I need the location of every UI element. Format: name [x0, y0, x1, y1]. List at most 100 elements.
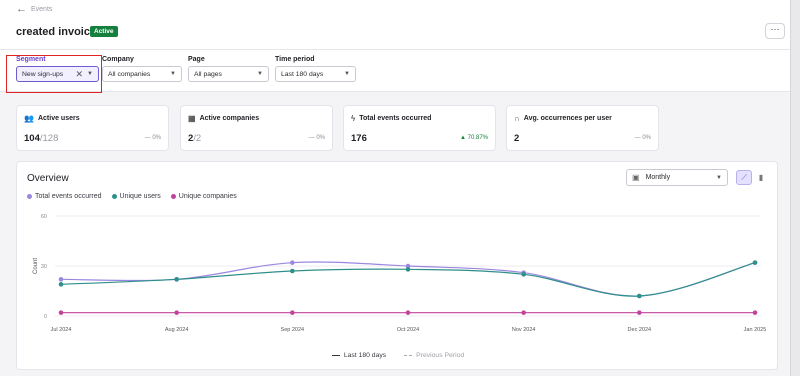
data-point: [58, 282, 64, 287]
line-chart-icon: ⟋: [741, 173, 747, 182]
period-legend-current-label: Last 180 days: [343, 352, 387, 359]
users-icon: 👥: [24, 114, 34, 123]
chevron-down-icon: ▼: [716, 174, 722, 181]
back-link-label: Events: [31, 5, 53, 13]
granularity-value: Monthly: [645, 174, 671, 181]
metric-change: ▲ 70.87%: [460, 135, 488, 141]
metric-denominator: /2: [193, 133, 202, 144]
data-point: [405, 310, 411, 315]
solid-line-swatch: [331, 354, 340, 357]
bolt-icon: ϟ: [351, 114, 356, 123]
metric-card-active-companies: ▦ Active companies 2/2 — 0%: [180, 105, 333, 151]
x-tick-label: Sep 2024: [281, 327, 305, 333]
page-value: All pages: [194, 70, 222, 78]
period-legend: Last 180 days Previous Period: [17, 352, 779, 359]
metric-value: 176: [351, 133, 367, 144]
metric-denominator: /128: [39, 133, 59, 144]
vertical-scrollbar[interactable]: [790, 0, 800, 376]
legend-swatch: [27, 194, 32, 199]
legend-swatch: [111, 194, 117, 199]
bar-chart-icon: ▮: [758, 173, 764, 182]
page-label: Page: [188, 56, 205, 63]
x-tick-label: Nov 2024: [512, 327, 536, 333]
overview-title: Overview: [27, 173, 69, 184]
metric-label: Total events occurred: [359, 115, 432, 122]
legend-item-unique-companies[interactable]: Unique companies: [170, 193, 237, 200]
legend-item-total-events[interactable]: Total events occurred: [27, 193, 102, 200]
granularity-select[interactable]: ▣ Monthly ▼: [626, 169, 728, 186]
data-point: [174, 310, 179, 315]
metric-change: — 0%: [308, 135, 325, 141]
metric-card-total-events: ϟ Total events occurred 176 ▲ 70.87%: [343, 105, 496, 151]
data-point: [521, 310, 526, 315]
chevron-down-icon: ▼: [170, 71, 176, 77]
chevron-down-icon: ▼: [257, 71, 263, 77]
page-select[interactable]: All pages ▼: [188, 66, 269, 82]
period-legend-previous[interactable]: Previous Period: [404, 352, 464, 359]
time-period-value: Last 180 days: [281, 70, 324, 78]
period-legend-previous-label: Previous Period: [416, 352, 465, 359]
data-point: [174, 277, 179, 282]
bell-curve-icon: ∩: [514, 114, 520, 123]
data-point: [637, 310, 642, 315]
page-filter: Page All pages ▼: [188, 56, 269, 82]
status-badge: Active: [90, 26, 118, 37]
time-period-select[interactable]: Last 180 days ▼: [275, 66, 356, 82]
company-filter: Company All companies ▼: [102, 56, 182, 82]
data-point: [752, 260, 758, 265]
metric-card-avg-occurrences: ∩ Avg. occurrences per user 2 — 0%: [506, 105, 659, 151]
x-tick-label: Oct 2024: [397, 327, 419, 333]
metric-label: Active users: [37, 115, 80, 122]
chevron-down-icon: ▼: [344, 71, 350, 77]
metric-change: — 0%: [634, 135, 651, 141]
y-axis-label: Count: [33, 258, 39, 274]
company-value: All companies: [108, 70, 151, 78]
building-icon: ▦: [188, 114, 196, 123]
metric-label: Avg. occurrences per user: [523, 115, 612, 122]
company-label: Company: [102, 56, 134, 63]
x-tick-label: Jul 2024: [51, 327, 72, 333]
legend-label: Total events occurred: [35, 193, 102, 200]
y-tick-label: 0: [44, 314, 47, 320]
data-point: [58, 310, 64, 315]
time-period-label: Time period: [275, 56, 315, 63]
data-point: [290, 310, 295, 315]
back-link[interactable]: ← Events: [16, 3, 52, 15]
data-point: [752, 310, 758, 315]
line-chart-view-button[interactable]: ⟋: [736, 170, 752, 185]
data-point: [521, 272, 526, 277]
company-select[interactable]: All companies ▼: [102, 66, 182, 82]
time-period-filter: Time period Last 180 days ▼: [275, 56, 356, 82]
x-tick-label: Dec 2024: [628, 327, 652, 333]
legend-swatch: [170, 194, 176, 199]
legend-label: Unique companies: [178, 193, 237, 200]
metric-label: Active companies: [199, 115, 260, 122]
data-point: [290, 260, 295, 265]
overview-panel: Overview Total events occurred Unique us…: [16, 161, 778, 370]
period-legend-current[interactable]: Last 180 days: [331, 352, 387, 359]
segment-highlight-box: [6, 55, 102, 93]
y-tick-label: 60: [41, 214, 47, 220]
data-point: [637, 293, 642, 299]
chart-legend: Total events occurred Unique users Uniqu…: [27, 193, 237, 200]
data-point: [58, 277, 64, 282]
metric-value: 104: [24, 133, 40, 144]
page-title: created invoice: [16, 26, 97, 38]
legend-label: Unique users: [119, 193, 161, 200]
x-tick-label: Aug 2024: [165, 327, 189, 333]
calendar-icon: ▣: [632, 173, 640, 182]
metric-change: — 0%: [144, 135, 161, 141]
data-point: [405, 267, 411, 272]
line-chart: 0 30 60 Count Jul 2024 Aug 2024 Sep 2024 Oct 20…: [33, 214, 767, 333]
more-options-button[interactable]: ···: [765, 23, 785, 39]
data-point: [290, 268, 295, 274]
bar-chart-view-button[interactable]: ▮: [753, 170, 769, 185]
arrow-left-icon: ←: [16, 3, 27, 15]
x-tick-label: Jan 2025: [744, 327, 767, 333]
page-header: ← Events created invoice Active ···: [0, 0, 790, 50]
filter-bar: Segment New sign-ups ✕ ▼ Company All com…: [0, 50, 790, 92]
y-tick-label: 30: [41, 264, 47, 270]
metric-value: 2: [514, 133, 520, 144]
metric-card-active-users: 👥 Active users 104/128 — 0%: [16, 105, 169, 151]
legend-item-unique-users[interactable]: Unique users: [111, 193, 161, 200]
